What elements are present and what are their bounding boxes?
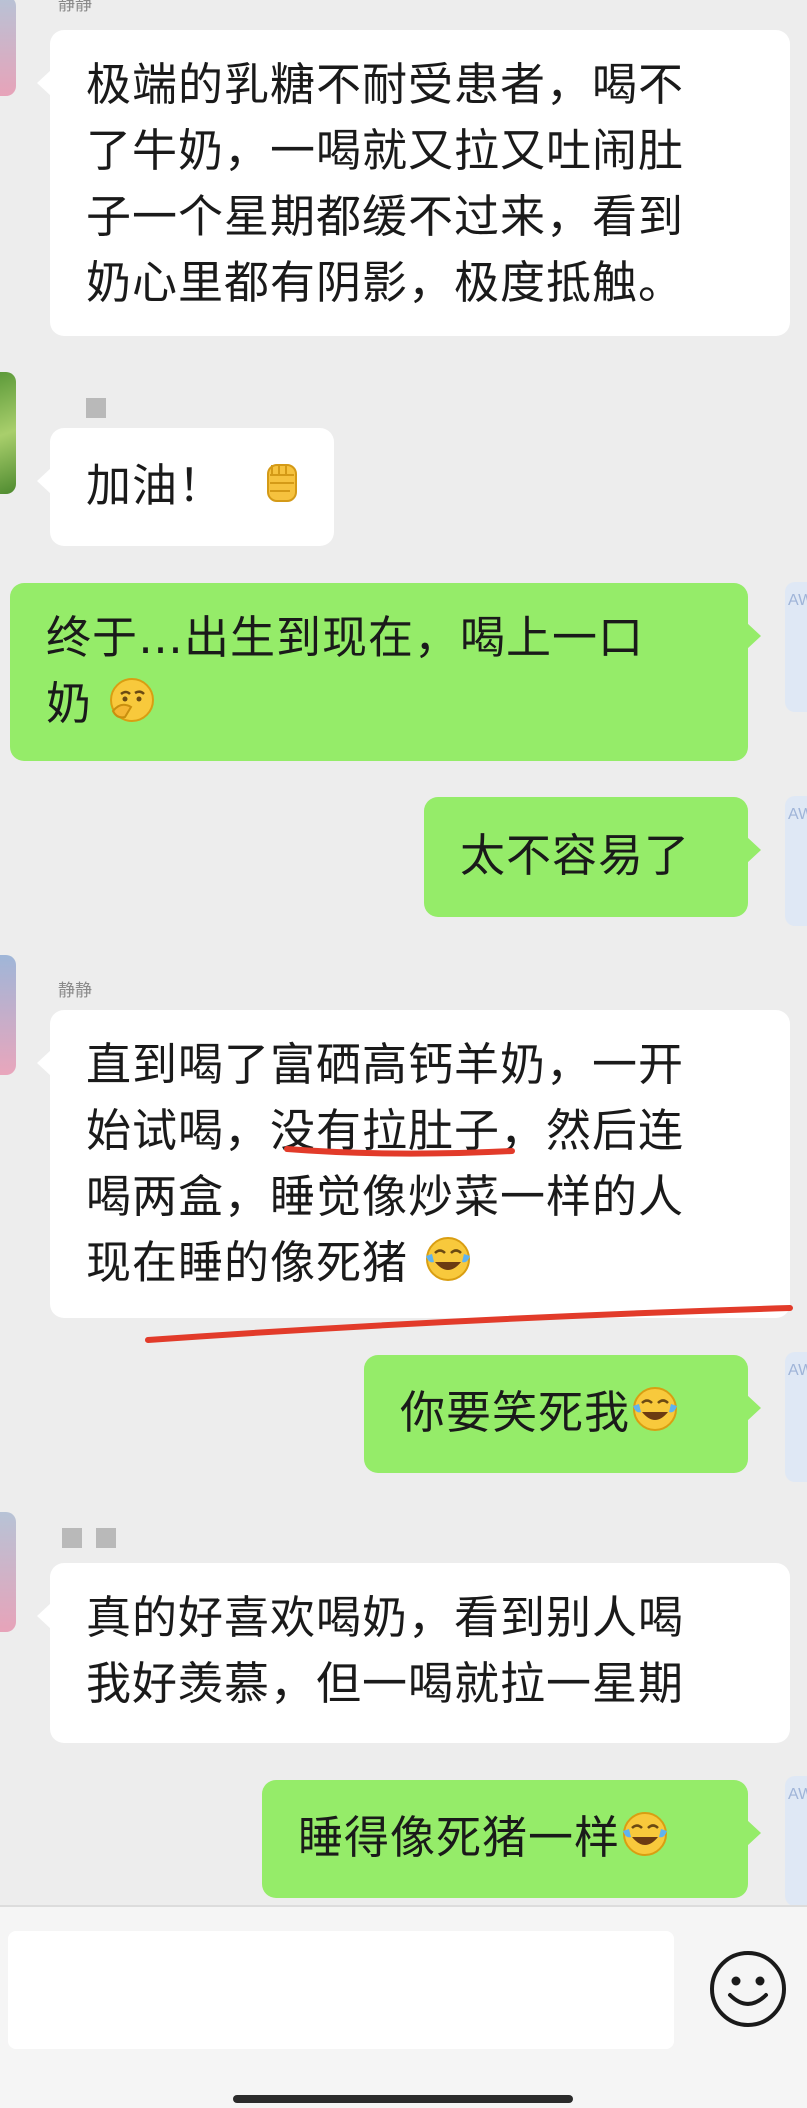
annotation-underline bbox=[145, 1146, 793, 1343]
message-line: 真的好喜欢喝奶，看到别人喝 bbox=[86, 1591, 685, 1644]
tears-of-joy-emoji bbox=[633, 1387, 678, 1431]
message-text: 你要笑死我 bbox=[400, 1386, 631, 1439]
message-bubble-incoming[interactable]: 真的好喜欢喝奶，看到别人喝 我好羡慕，但一喝就拉一星期 bbox=[37, 1563, 790, 1743]
avatar[interactable] bbox=[785, 1776, 807, 1906]
message-line: 我好羡慕，但一喝就拉一星期 bbox=[86, 1657, 685, 1710]
avatar[interactable] bbox=[0, 1512, 16, 1632]
message-text: 睡得像死猪一样 bbox=[298, 1811, 621, 1864]
message-bubble-outgoing[interactable]: 你要笑死我 bbox=[364, 1355, 761, 1473]
smiley-face-icon[interactable] bbox=[708, 1949, 788, 2029]
message-input[interactable] bbox=[8, 1931, 674, 2049]
avatar[interactable] bbox=[785, 1352, 807, 1482]
tears-of-joy-emoji bbox=[623, 1812, 668, 1856]
sender-name-redacted bbox=[62, 1528, 116, 1548]
home-indicator bbox=[233, 2095, 573, 2103]
message-bubble-outgoing[interactable]: 睡得像死猪一样 bbox=[262, 1780, 761, 1898]
input-bar bbox=[0, 1905, 807, 2108]
